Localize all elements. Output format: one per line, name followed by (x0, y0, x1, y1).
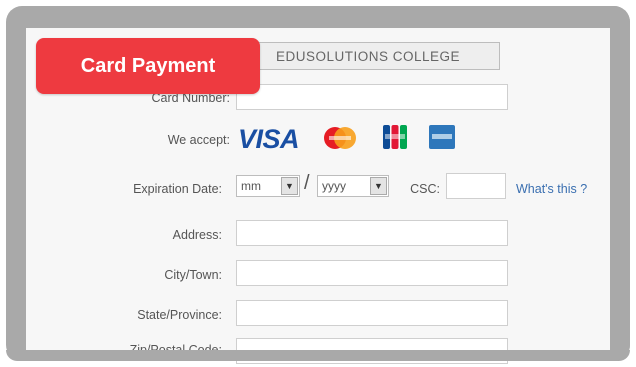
frame-right-edge (610, 6, 630, 361)
address-input[interactable] (236, 220, 508, 246)
visa-icon: VISA (238, 124, 300, 154)
merchant-field: EDUSOLUTIONS COLLEGE (236, 42, 500, 70)
address-label: Address: (172, 228, 222, 242)
csc-label: CSC: (410, 182, 440, 196)
whats-this-link[interactable]: What's this ? (516, 182, 587, 196)
we-accept-label: We accept: (167, 133, 230, 147)
city-input[interactable] (236, 260, 508, 286)
card-number-input[interactable] (236, 84, 508, 110)
city-label: City/Town: (164, 268, 222, 282)
state-input[interactable] (236, 300, 508, 326)
state-label: State/Province: (137, 308, 222, 322)
amex-icon (429, 125, 455, 149)
mastercard-icon (324, 127, 356, 149)
jcb-icon (383, 125, 407, 149)
card-payment-badge: Card Payment (36, 38, 260, 94)
csc-input[interactable] (446, 173, 506, 199)
expiration-date-label: Expiration Date: (133, 182, 222, 196)
frame-bottom-edge (6, 350, 630, 361)
